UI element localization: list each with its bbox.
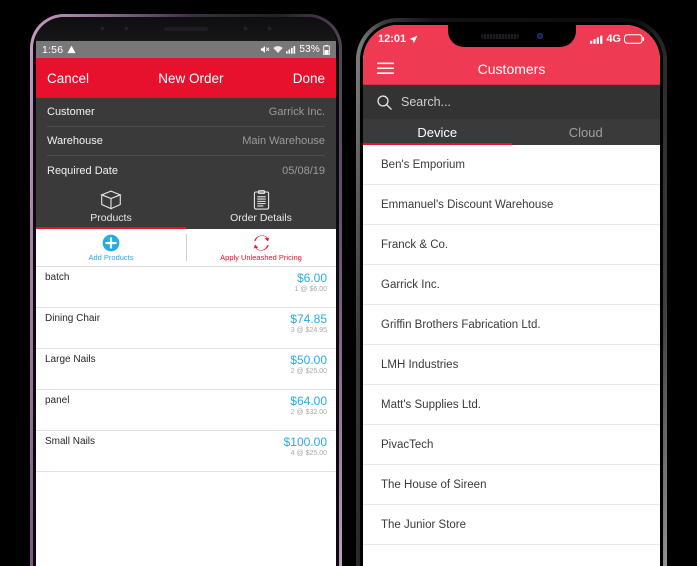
iphone-screen: 12:01 4G Customers Search... Device Clou…	[363, 25, 660, 566]
light-sensor-icon	[267, 26, 272, 31]
wifi-icon	[273, 45, 284, 54]
list-item[interactable]: PivacTech	[363, 425, 660, 465]
product-name: Small Nails	[45, 436, 96, 447]
iphone-notch	[447, 25, 576, 47]
table-row[interactable]: Large Nails $50.00 2 @ $25.00	[36, 349, 336, 390]
product-detail: 2 @ $32.00	[290, 409, 327, 416]
search-input[interactable]: Search...	[401, 95, 451, 109]
product-detail: 4 @ $25.00	[290, 450, 327, 457]
android-nav-bar: Cancel New Order Done	[36, 58, 336, 98]
android-screen: 1:56 53% Cancel New Order Done Customer …	[36, 41, 336, 566]
android-battery-percent: 53%	[299, 44, 320, 55]
list-item[interactable]: Franck & Co.	[363, 225, 660, 265]
network-type-label: 4G	[606, 33, 621, 45]
product-detail: 2 @ $25.00	[290, 368, 327, 375]
signal-icon	[590, 35, 603, 44]
list-item[interactable]: Matt's Supplies Ltd.	[363, 385, 660, 425]
product-total: $6.00	[296, 271, 327, 285]
phones-mockup-stage: 1:56 53% Cancel New Order Done Customer …	[0, 0, 697, 566]
android-status-time: 1:56	[42, 43, 64, 56]
product-name: Dining Chair	[45, 313, 101, 324]
box-icon	[100, 190, 122, 210]
search-bar[interactable]: Search...	[363, 85, 660, 119]
android-phone-device: 1:56 53% Cancel New Order Done Customer …	[30, 14, 342, 566]
android-status-bar: 1:56 53%	[36, 41, 336, 58]
product-total: $100.00	[283, 435, 327, 449]
add-products-button[interactable]: Add Products	[36, 229, 186, 266]
product-detail: 1 @ $6.00	[294, 286, 327, 293]
customer-list: Ben's Emporium Emmanuel's Discount Wareh…	[363, 145, 660, 545]
apply-unleashed-pricing-label: Apply Unleashed Pricing	[220, 252, 302, 262]
list-item[interactable]: The House of Sireen	[363, 465, 660, 505]
android-action-bar: Add Products Apply Unleashed Pricing	[36, 229, 336, 267]
order-form: Customer Garrick Inc. Warehouse Main War…	[36, 98, 336, 185]
table-row[interactable]: panel $64.00 2 @ $32.00	[36, 390, 336, 431]
location-arrow-icon	[409, 35, 418, 44]
table-row[interactable]: Dining Chair $74.85 3 @ $24.95	[36, 308, 336, 349]
earpiece-speaker	[164, 27, 208, 31]
product-name: batch	[45, 272, 70, 283]
tab-products[interactable]: Products	[36, 185, 186, 229]
front-camera-icon	[536, 33, 543, 39]
product-name: Large Nails	[45, 354, 96, 365]
form-label-required-date: Required Date	[47, 164, 118, 177]
signal-icon	[286, 45, 296, 54]
list-item[interactable]: Griffin Brothers Fabrication Ltd.	[363, 305, 660, 345]
product-total: $50.00	[290, 353, 327, 367]
plus-circle-icon	[102, 234, 120, 252]
iphone-device: 12:01 4G Customers Search... Device Clou…	[356, 18, 667, 566]
front-camera-icon	[100, 26, 105, 31]
form-value-required-date: 05/08/19	[282, 164, 325, 177]
battery-icon	[323, 44, 330, 55]
tab-cloud[interactable]: Cloud	[512, 119, 661, 145]
battery-icon	[624, 34, 645, 44]
android-top-bezel	[36, 17, 336, 41]
search-icon	[377, 94, 392, 110]
product-name: panel	[45, 395, 70, 406]
form-label-customer: Customer	[47, 106, 95, 118]
page-title: Customers	[477, 60, 546, 77]
hamburger-menu-icon[interactable]	[377, 62, 394, 75]
tab-order-details[interactable]: Order Details	[186, 185, 336, 229]
sensor-icon	[124, 26, 129, 31]
android-tab-bar: Products Order Details	[36, 185, 336, 229]
form-row-required-date[interactable]: Required Date 05/08/19	[47, 156, 325, 185]
list-item[interactable]: Garrick Inc.	[363, 265, 660, 305]
iphone-status-bar: 12:01 4G	[363, 25, 660, 53]
iphone-nav-bar: Customers	[363, 53, 660, 85]
list-item[interactable]: Ben's Emporium	[363, 145, 660, 185]
page-title: New Order	[158, 70, 224, 86]
iphone-tab-bar: Device Cloud	[363, 119, 660, 145]
clipboard-icon	[253, 190, 270, 210]
table-row[interactable]: batch $6.00 1 @ $6.00	[36, 267, 336, 308]
product-list: batch $6.00 1 @ $6.00 Dining Chair $74.8…	[36, 267, 336, 472]
warning-triangle-icon	[67, 45, 76, 54]
sync-arrows-icon	[252, 234, 271, 252]
table-row[interactable]: Small Nails $100.00 4 @ $25.00	[36, 431, 336, 472]
form-label-warehouse: Warehouse	[47, 135, 103, 147]
iphone-status-time: 12:01	[378, 33, 407, 45]
iphone-device-inner: 12:01 4G Customers Search... Device Clou…	[360, 22, 663, 566]
earpiece-speaker	[480, 33, 519, 39]
tab-products-label: Products	[90, 212, 132, 224]
done-button[interactable]: Done	[293, 71, 325, 86]
tab-device[interactable]: Device	[363, 119, 512, 145]
cancel-button[interactable]: Cancel	[47, 71, 89, 86]
form-value-warehouse: Main Warehouse	[242, 135, 325, 147]
mute-icon	[260, 45, 270, 54]
list-item[interactable]: Emmanuel's Discount Warehouse	[363, 185, 660, 225]
proximity-sensor-icon	[243, 26, 248, 31]
list-item[interactable]: The Junior Store	[363, 505, 660, 545]
tab-order-details-label: Order Details	[230, 212, 292, 224]
list-item[interactable]: LMH Industries	[363, 345, 660, 385]
product-total: $64.00	[290, 394, 327, 408]
add-products-label: Add Products	[88, 252, 134, 262]
form-row-customer[interactable]: Customer Garrick Inc.	[47, 98, 325, 127]
product-detail: 3 @ $24.95	[290, 327, 327, 334]
apply-unleashed-pricing-button[interactable]: Apply Unleashed Pricing	[186, 229, 336, 266]
form-row-warehouse[interactable]: Warehouse Main Warehouse	[47, 127, 325, 156]
product-total: $74.85	[290, 312, 327, 326]
android-device-inner: 1:56 53% Cancel New Order Done Customer …	[33, 17, 339, 566]
form-value-customer: Garrick Inc.	[268, 106, 325, 118]
